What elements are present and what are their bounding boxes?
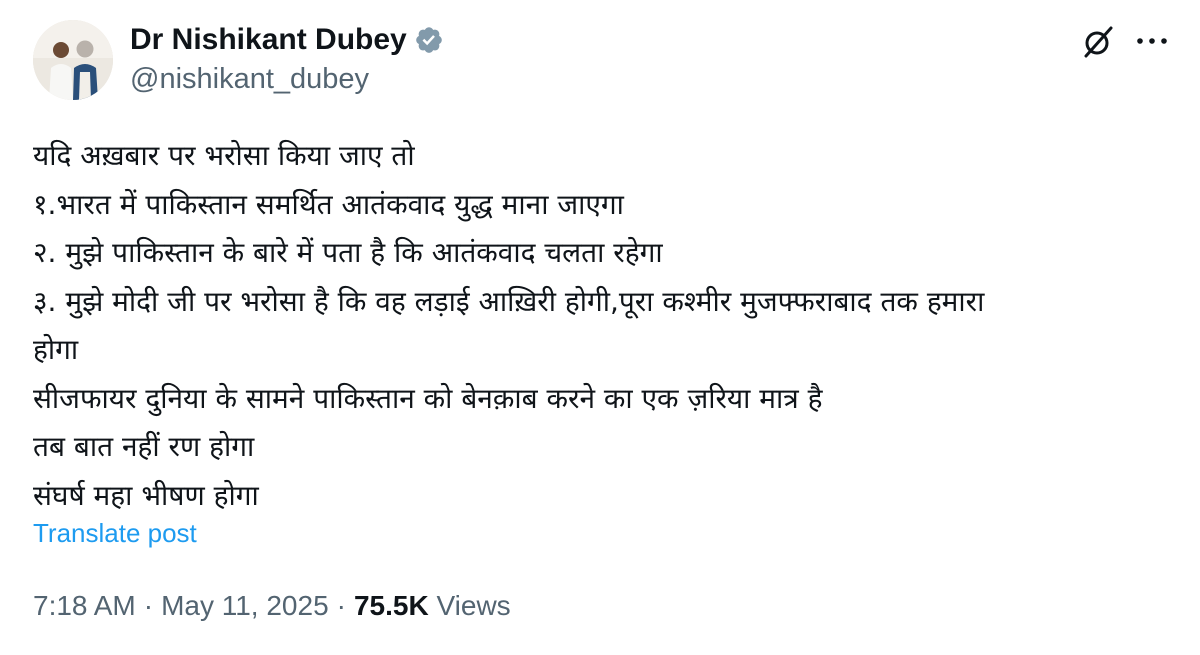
post-line: होगा	[33, 333, 79, 366]
grok-icon[interactable]	[1079, 23, 1117, 61]
author-name-row: Dr Nishikant Dubey	[130, 20, 444, 60]
views-count: 75.5K	[353, 590, 429, 621]
author-handle[interactable]: @nishikant_dubey	[130, 63, 369, 96]
translate-post-link[interactable]: Translate post	[33, 518, 197, 549]
post-text: यदि अख़बार पर भरोसा किया जाए तो १.भारत म…	[33, 132, 1173, 520]
avatar-photo	[33, 20, 113, 100]
post-meta: 7:18 AM · May 11, 2025 · 75.5K Views	[33, 590, 511, 622]
post-line: तब बात नहीं रण होगा	[33, 430, 255, 463]
views-label: Views	[436, 590, 511, 621]
post-line: ३. मुझे मोदी जी पर भरोसा है कि वह लड़ाई …	[33, 284, 985, 318]
post-date[interactable]: May 11, 2025	[161, 590, 329, 621]
meta-separator: ·	[143, 590, 154, 621]
post-line: १.भारत में पाकिस्तान समर्थित आतंकवाद युद…	[33, 187, 624, 221]
post-line: सीजफायर दुनिया के सामने पाकिस्तान को बेन…	[33, 381, 823, 415]
tweet-card: Dr Nishikant Dubey @nishikant_dubey यदि …	[0, 0, 1200, 655]
post-line: २. मुझे पाकिस्तान के बारे में पता है कि …	[33, 236, 663, 269]
verified-badge-icon[interactable]	[414, 25, 444, 55]
post-line: यदि अख़बार पर भरोसा किया जाए तो	[33, 139, 415, 172]
author-display-name[interactable]: Dr Nishikant Dubey	[130, 23, 407, 57]
avatar[interactable]	[33, 20, 113, 100]
more-icon[interactable]	[1132, 24, 1172, 58]
meta-separator: ·	[336, 590, 346, 621]
post-time[interactable]: 7:18 AM	[33, 590, 136, 621]
post-line: संघर्ष महा भीषण होगा	[33, 478, 259, 512]
